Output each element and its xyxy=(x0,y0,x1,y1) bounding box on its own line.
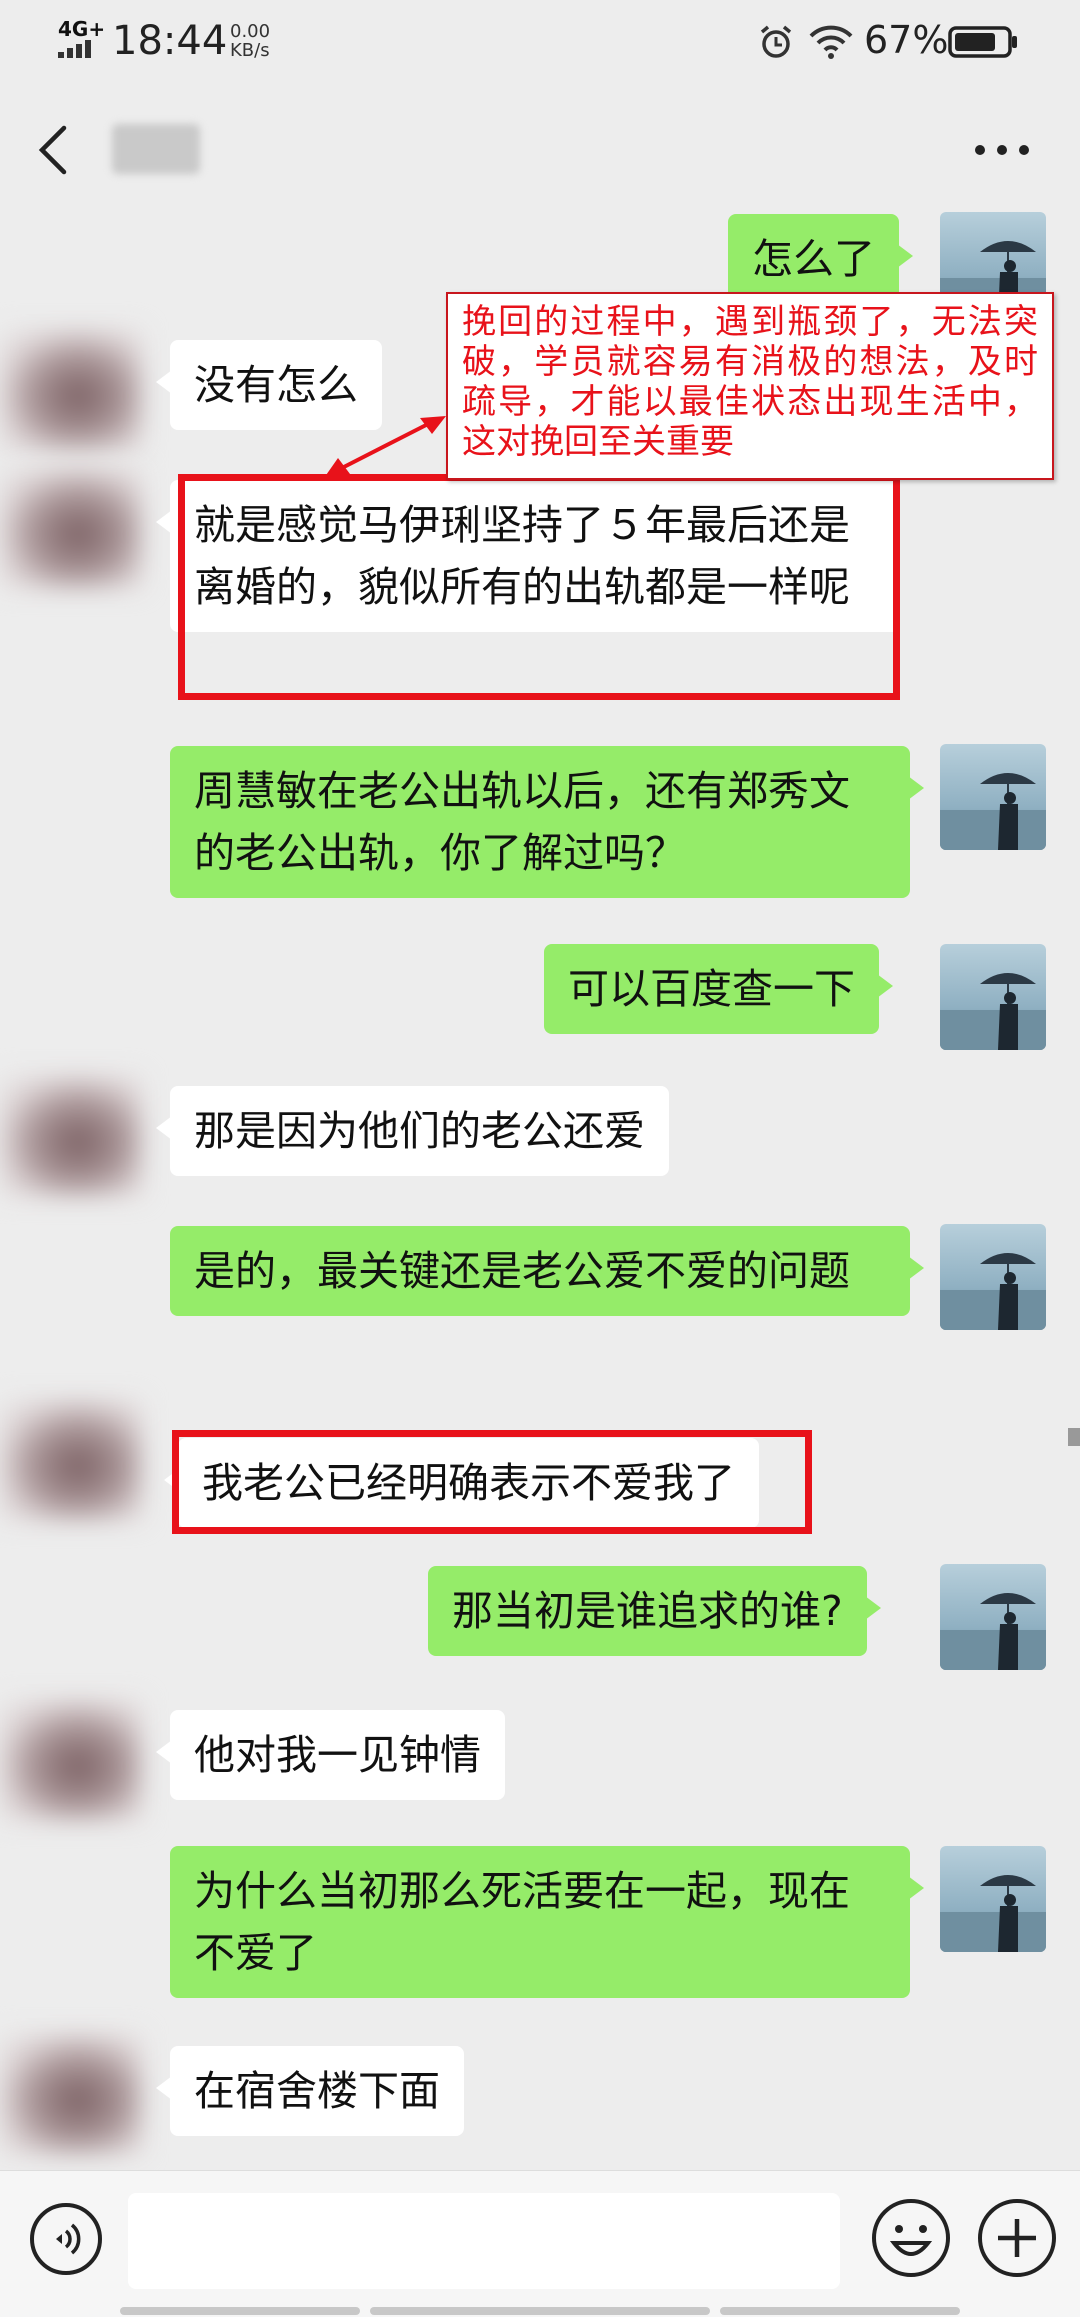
voice-icon[interactable] xyxy=(28,2201,104,2277)
contact-avatar[interactable] xyxy=(0,468,142,588)
highlight-box xyxy=(178,474,900,700)
contact-name-blurred xyxy=(112,124,200,174)
battery-percent: 67% xyxy=(864,18,949,62)
message-bubble[interactable]: 周慧敏在老公出轨以后，还有郑秀文的老公出轨，你了解过吗？ xyxy=(170,746,924,898)
scrollbar-thumb[interactable] xyxy=(1068,1428,1080,1446)
wifi-icon xyxy=(809,25,853,59)
message-bubble[interactable]: 在宿舍楼下面 xyxy=(156,2046,464,2136)
contact-avatar[interactable] xyxy=(0,1700,142,1820)
my-avatar[interactable] xyxy=(940,1564,1046,1670)
message-bubble[interactable]: 是的，最关键还是老公爱不爱的问题 xyxy=(170,1226,924,1316)
contact-avatar[interactable] xyxy=(0,330,142,450)
gesture-bar xyxy=(120,2307,960,2315)
contact-avatar[interactable] xyxy=(0,1076,142,1196)
message-bubble[interactable]: 那是因为他们的老公还爱 xyxy=(156,1086,669,1176)
plus-icon[interactable] xyxy=(976,2197,1058,2279)
message-input[interactable] xyxy=(128,2193,840,2289)
annotation-note: 挽回的过程中，遇到瓶颈了，无法突破，学员就容易有消极的想法，及时疏导，才能以最佳… xyxy=(446,292,1054,480)
message-bubble[interactable]: 那当初是谁追求的谁? xyxy=(428,1566,881,1656)
network-speed: 0.00 KB/s xyxy=(230,22,270,60)
input-bar xyxy=(0,2170,1080,2317)
chat-header xyxy=(0,90,1080,210)
my-avatar[interactable] xyxy=(940,944,1046,1050)
speed-unit: KB/s xyxy=(230,40,270,61)
message-bubble[interactable]: 怎么了 xyxy=(728,214,913,304)
status-bar: 4G+ 18:44 0.00 KB/s 67% xyxy=(0,0,1080,90)
network-type: 4G+ xyxy=(58,17,106,41)
emoji-icon[interactable] xyxy=(870,2197,952,2279)
highlight-box xyxy=(172,1430,812,1534)
message-bubble[interactable]: 为什么当初那么死活要在一起，现在不爱了 xyxy=(170,1846,924,1998)
my-avatar[interactable] xyxy=(940,1224,1046,1330)
signal-icon xyxy=(58,40,102,58)
my-avatar[interactable] xyxy=(940,744,1046,850)
clock: 18:44 xyxy=(112,18,228,64)
my-avatar[interactable] xyxy=(940,1846,1046,1952)
annotation-arrow-icon xyxy=(324,416,446,478)
more-icon[interactable] xyxy=(975,145,1035,157)
battery-icon xyxy=(948,26,1017,58)
alarm-icon xyxy=(760,25,792,58)
speed-value: 0.00 xyxy=(230,21,271,42)
contact-avatar[interactable] xyxy=(0,2034,142,2154)
message-bubble[interactable]: 他对我一见钟情 xyxy=(156,1710,505,1800)
contact-avatar[interactable] xyxy=(0,1400,142,1520)
back-icon[interactable] xyxy=(30,120,80,180)
message-bubble[interactable]: 可以百度查一下 xyxy=(544,944,893,1034)
